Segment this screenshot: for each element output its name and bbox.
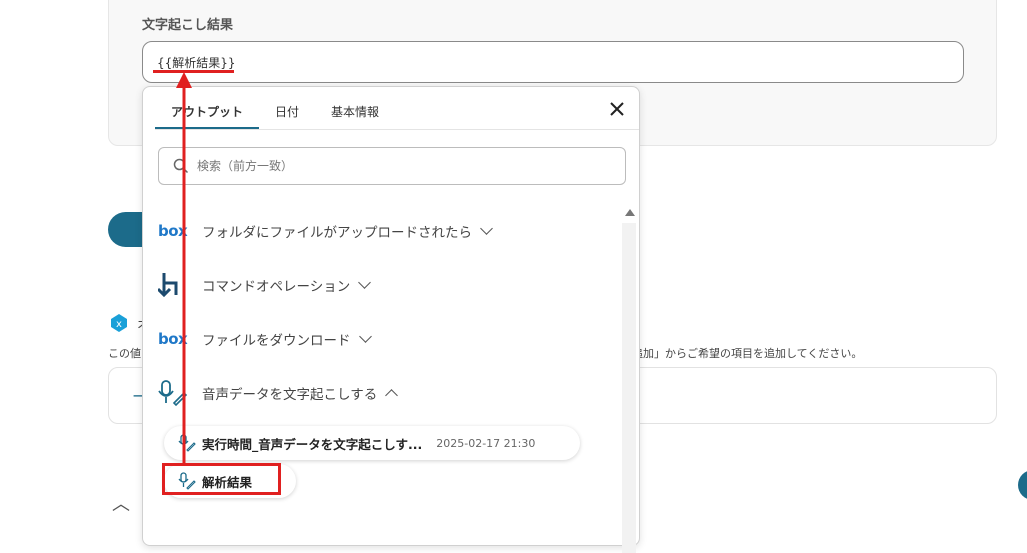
annotation-arrow: [176, 72, 192, 464]
